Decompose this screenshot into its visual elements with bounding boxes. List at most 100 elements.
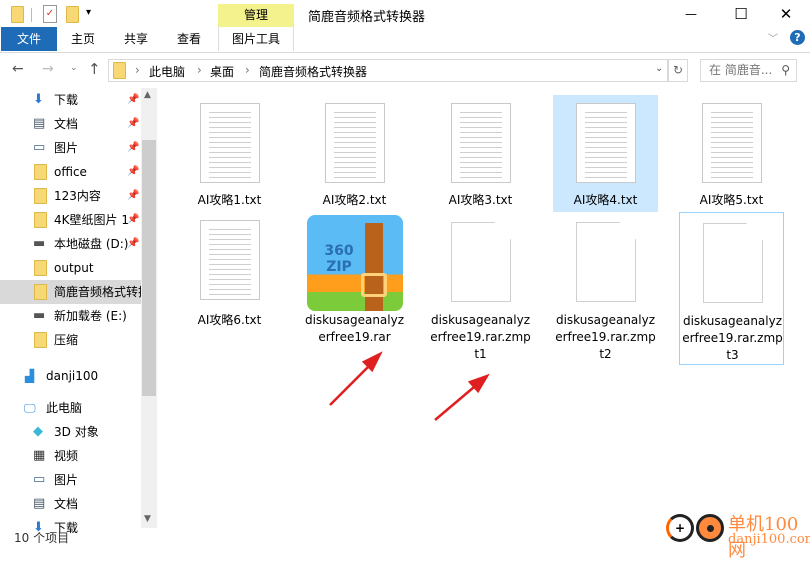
breadcrumb-item[interactable]: 简鹿音频格式转换器 [259, 63, 367, 80]
file-name: diskusageanalyzerfree19.rar.zmpt2 [555, 313, 656, 361]
annotation-arrows [329, 351, 490, 421]
search-input[interactable]: 在 简鹿音... ⚲ [700, 59, 797, 82]
pictures-icon: ▭ [33, 140, 46, 155]
text-file-icon [451, 103, 511, 183]
file-name: AI攻略6.txt [197, 313, 262, 327]
file-item[interactable]: AI攻略5.txt [679, 95, 784, 212]
nav-item-this-pc[interactable]: 🖵 此电脑 [0, 396, 141, 420]
nav-scrollbar[interactable]: ▲ ▼ [141, 88, 157, 528]
nav-item-onedrive[interactable]: ▟ danji100 [0, 364, 141, 388]
360zip-archive-icon: 360 ZIP [307, 215, 403, 311]
pin-icon: 📌 [127, 238, 140, 249]
tab-share[interactable]: 共享 [113, 27, 159, 51]
minimize-button[interactable]: — [676, 2, 706, 26]
generic-file-icon [703, 223, 763, 303]
file-item[interactable]: diskusageanalyzerfree19.rar.zmpt2 [553, 212, 658, 365]
up-button[interactable]: ↑ [88, 60, 101, 78]
title-bar: ✓ ▾ 管理 简鹿音频格式转换器 — ☐ ✕ [0, 0, 810, 30]
nav-item-label: 图片 [54, 473, 79, 487]
ribbon-tabs: 文件 主页 共享 查看 图片工具 ﹀ ? [0, 27, 810, 53]
new-folder-icon[interactable] [66, 6, 79, 23]
nav-item[interactable]: 压缩 [0, 328, 141, 352]
logo-plus-icon: + [666, 514, 694, 542]
nav-item-label: danji100 [46, 369, 99, 383]
onedrive-icon: ▟ [25, 369, 35, 383]
file-item[interactable]: AI攻略6.txt [177, 212, 282, 365]
nav-item-label: 新加载卷 (E:) [54, 309, 127, 323]
nav-item[interactable]: ▦ 视频 [0, 444, 141, 468]
chevron-right-icon: › [245, 63, 250, 77]
back-button[interactable]: ← [12, 61, 24, 77]
nav-item[interactable]: ▭ 图片 📌 [0, 136, 141, 160]
pin-icon: 📌 [127, 214, 140, 225]
tab-picture-tools[interactable]: 图片工具 [218, 27, 294, 51]
file-item[interactable]: AI攻略4.txt [553, 95, 658, 212]
file-item[interactable]: AI攻略2.txt [302, 95, 407, 212]
folder-icon [34, 332, 47, 348]
recent-locations-icon[interactable]: ⌄ [70, 63, 78, 73]
tab-file[interactable]: 文件 [1, 27, 57, 51]
folder-icon [34, 212, 47, 228]
properties-icon[interactable]: ✓ [43, 5, 57, 23]
close-button[interactable]: ✕ [771, 2, 801, 26]
file-item[interactable]: AI攻略3.txt [428, 95, 533, 212]
folder-icon [34, 284, 47, 300]
nav-item[interactable]: ▬ 新加载卷 (E:) [0, 304, 141, 328]
customize-quick-access-icon[interactable]: ▾ [86, 7, 91, 18]
logo-disc-icon [696, 514, 724, 542]
search-placeholder: 在 简鹿音... [709, 63, 773, 77]
nav-item[interactable]: ▤ 文档 📌 [0, 112, 141, 136]
item-count: 10 个项目 [14, 531, 70, 545]
breadcrumb-item[interactable]: 此电脑 [149, 63, 185, 80]
nav-item-label: 3D 对象 [54, 425, 99, 439]
tab-view[interactable]: 查看 [166, 27, 212, 51]
nav-item[interactable]: 123内容 📌 [0, 184, 141, 208]
breadcrumb-item[interactable]: 桌面 [210, 63, 234, 80]
help-icon[interactable]: ? [790, 30, 805, 45]
scrollbar-thumb[interactable] [142, 140, 156, 396]
pin-icon: 📌 [127, 118, 140, 129]
folder-icon [113, 62, 126, 79]
document-icon: ▤ [33, 496, 46, 511]
nav-item-label: 文档 [54, 497, 79, 511]
arrow-line [434, 381, 481, 421]
download-icon: ⬇ [33, 92, 44, 107]
generic-file-icon [576, 222, 636, 302]
divider [31, 8, 32, 22]
nav-item[interactable]: office 📌 [0, 160, 141, 184]
computer-icon: 🖵 [24, 401, 36, 415]
chevron-right-icon: › [135, 63, 140, 77]
file-name: AI攻略5.txt [699, 193, 764, 207]
file-name: diskusageanalyzerfree19.rar.zmpt3 [682, 314, 783, 362]
nav-item-label: 文档 [54, 117, 79, 131]
nav-item[interactable]: 简鹿音频格式转换器 [0, 280, 141, 304]
text-file-icon [325, 103, 385, 183]
nav-item[interactable]: ▬ 本地磁盘 (D:) 📌 [0, 232, 141, 256]
search-icon: ⚲ [781, 63, 790, 77]
file-item[interactable]: AI攻略1.txt [177, 95, 282, 212]
forward-button[interactable]: → [42, 61, 54, 77]
file-name: AI攻略4.txt [573, 193, 638, 207]
folder-icon [11, 6, 24, 23]
nav-item[interactable]: ⬇ 下载 📌 [0, 88, 141, 112]
window-title: 简鹿音频格式转换器 [308, 10, 426, 25]
folder-icon [34, 188, 47, 204]
file-item[interactable]: diskusageanalyzerfree19.rar.zmpt3 [679, 212, 784, 365]
nav-item[interactable]: ▭ 图片 [0, 468, 141, 492]
nav-item[interactable]: 4K壁纸图片 1 📌 [0, 208, 141, 232]
expand-ribbon-icon[interactable]: ﹀ [768, 30, 778, 45]
refresh-button[interactable]: ↻ [668, 59, 688, 82]
nav-item-label: 123内容 [54, 189, 101, 203]
tab-home[interactable]: 主页 [60, 27, 106, 51]
maximize-button[interactable]: ☐ [726, 2, 756, 26]
nav-item[interactable]: ▤ 文档 [0, 492, 141, 516]
pin-icon: 📌 [127, 166, 140, 177]
address-bar[interactable]: › 此电脑 › 桌面 › 简鹿音频格式转换器 ⌄ [108, 59, 668, 82]
nav-item[interactable]: ◆ 3D 对象 [0, 420, 141, 444]
address-dropdown-icon[interactable]: ⌄ [655, 63, 663, 74]
text-file-icon [702, 103, 762, 183]
drive-icon: ▬ [33, 236, 46, 251]
nav-item[interactable]: output [0, 256, 141, 280]
document-icon: ▤ [33, 116, 46, 131]
navigation-pane: ⬇ 下载 📌 ▤ 文档 📌 ▭ 图片 📌 office 📌 123内容 📌 4K壁纸图片 1 📌 ▬ 本地磁盘 … [0, 88, 141, 535]
